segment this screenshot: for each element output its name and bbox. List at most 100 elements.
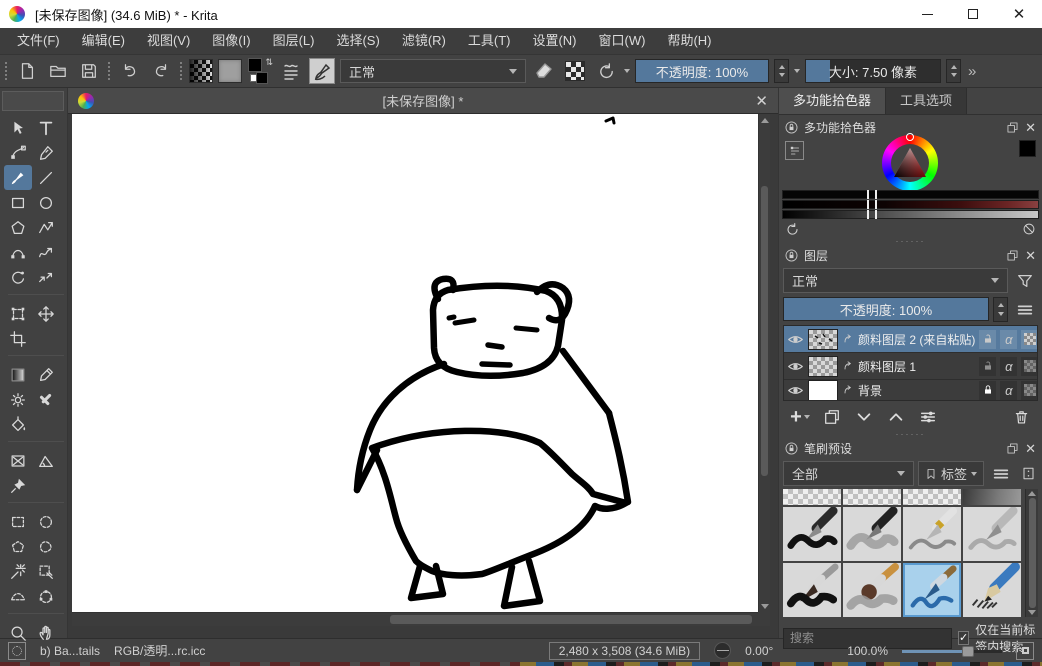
eraser-mode-button[interactable] xyxy=(531,58,557,84)
brush-preset-blender-brush[interactable] xyxy=(843,563,901,617)
brush-preset-paint-brush[interactable] xyxy=(783,563,841,617)
menu-file[interactable]: 文件(F) xyxy=(6,28,71,54)
close-panel-icon[interactable]: ✕ xyxy=(1025,248,1036,264)
tool-rect-select[interactable] xyxy=(4,509,32,534)
tab-advanced-color-selector[interactable]: 多功能拾色器 xyxy=(779,88,886,114)
opacity-slider[interactable]: 不透明度: 100% xyxy=(635,59,769,83)
layer-alpha-lock-icon[interactable]: α xyxy=(1000,381,1017,400)
float-panel-icon[interactable] xyxy=(1006,249,1019,262)
statusbar-brush-info[interactable]: b) Ba...tails xyxy=(40,644,100,658)
tool-measure[interactable] xyxy=(32,448,60,473)
menu-edit[interactable]: 编辑(E) xyxy=(71,28,136,54)
docker-splitter-handle[interactable]: ······ xyxy=(779,431,1042,438)
brush-preset-eraser-checker-1[interactable] xyxy=(783,489,841,505)
layer-opacity-slider[interactable]: 不透明度: 100% xyxy=(783,297,989,321)
menu-select[interactable]: 选择(S) xyxy=(325,28,390,54)
brush-preset-ink-pen-silver[interactable] xyxy=(963,507,1021,561)
tool-edit-shapes[interactable] xyxy=(4,140,32,165)
scroll-up-icon[interactable] xyxy=(1028,491,1036,496)
tool-fill[interactable] xyxy=(4,412,32,437)
maximize-button[interactable] xyxy=(950,0,996,28)
zoom-slider-handle[interactable] xyxy=(962,646,974,657)
foreground-background-colors[interactable]: ⇅ xyxy=(247,58,273,84)
brush-editor-button[interactable] xyxy=(309,58,335,84)
layer-opacity-spinner[interactable] xyxy=(993,297,1008,322)
tool-transform[interactable] xyxy=(4,301,32,326)
color-bar-handle[interactable] xyxy=(867,190,877,199)
preset-display-mode-button[interactable] xyxy=(988,461,1014,486)
foreground-color-swatch[interactable] xyxy=(248,58,262,72)
visibility-eye-icon[interactable] xyxy=(787,358,804,375)
tags-button[interactable]: 标签 xyxy=(918,461,984,486)
layer-options-menu-button[interactable] xyxy=(1012,297,1038,322)
tool-polygon[interactable] xyxy=(4,215,32,240)
opacity-spinner[interactable] xyxy=(774,59,789,83)
color-bar-2[interactable] xyxy=(782,200,1039,209)
layer-row[interactable]: 颜料图层 1 α xyxy=(784,353,1038,380)
menu-layer[interactable]: 图层(L) xyxy=(262,28,326,54)
layer-lock-icon[interactable] xyxy=(979,357,996,376)
image-size-info[interactable]: 2,480 x 3,508 (34.6 MiB) xyxy=(549,642,700,660)
brush-grid-scrollbar[interactable] xyxy=(1025,489,1038,617)
reload-preset-button[interactable] xyxy=(593,58,619,84)
layer-properties-button[interactable] xyxy=(913,404,943,430)
duplicate-layer-button[interactable] xyxy=(817,404,847,430)
tool-selection-picker[interactable] xyxy=(32,559,60,584)
tool-calligraphy[interactable] xyxy=(32,140,60,165)
color-bar-handle[interactable] xyxy=(867,200,877,209)
tool-freehand-brush[interactable] xyxy=(4,165,32,190)
tool-rectangle[interactable] xyxy=(4,190,32,215)
tool-magnetic-select[interactable] xyxy=(32,584,60,609)
layer-filter-button[interactable] xyxy=(1012,268,1038,293)
tool-text[interactable] xyxy=(32,115,60,140)
tool-reference-images[interactable] xyxy=(4,473,32,498)
minimize-button[interactable] xyxy=(904,0,950,28)
swap-colors-icon[interactable]: ⇅ xyxy=(265,58,273,67)
layer-blend-mode-dropdown[interactable]: 正常 xyxy=(783,268,1008,293)
document-close-button[interactable]: ✕ xyxy=(755,92,768,110)
move-layer-down-button[interactable] xyxy=(849,404,879,430)
menu-view[interactable]: 视图(V) xyxy=(136,28,201,54)
menu-window[interactable]: 窗口(W) xyxy=(588,28,657,54)
tool-color-sampler[interactable] xyxy=(32,362,60,387)
layer-lock-icon[interactable] xyxy=(979,330,996,349)
selection-mode-icon[interactable] xyxy=(8,642,26,660)
brush-preset-pencil-blue[interactable] xyxy=(963,563,1021,617)
open-document-button[interactable] xyxy=(45,58,71,84)
layer-inherit-alpha-icon[interactable] xyxy=(1021,381,1038,400)
tool-gradient[interactable] xyxy=(4,362,32,387)
layer-alpha-lock-icon[interactable]: α xyxy=(1000,330,1017,349)
statusbar-colorspace[interactable]: RGB/透明...rc.icc xyxy=(114,642,205,659)
undo-button[interactable] xyxy=(117,58,143,84)
canvas-vertical-scrollbar[interactable] xyxy=(758,114,770,612)
tool-ellipse-select[interactable] xyxy=(32,509,60,534)
tool-freehand-path[interactable] xyxy=(32,240,60,265)
hue-marker[interactable] xyxy=(906,133,914,141)
tool-polygon-select[interactable] xyxy=(4,534,32,559)
saturation-triangle[interactable] xyxy=(892,146,928,180)
visibility-eye-icon[interactable] xyxy=(787,331,804,348)
brush-preset-eraser-checker-2[interactable] xyxy=(843,489,901,505)
brush-preset-eraser-checker-3[interactable] xyxy=(903,489,961,505)
float-panel-icon[interactable] xyxy=(1006,121,1019,134)
preset-storage-button[interactable] xyxy=(1018,461,1038,486)
zoom-slider[interactable] xyxy=(902,644,1002,658)
spin-up-icon[interactable] xyxy=(779,65,785,69)
tool-similar-color-select[interactable] xyxy=(4,559,32,584)
layer-lock-icon-locked[interactable] xyxy=(979,381,996,400)
scroll-up-icon[interactable] xyxy=(759,114,770,126)
tool-pan[interactable] xyxy=(32,620,60,645)
toolbar-drag-handle[interactable] xyxy=(107,61,112,81)
layer-thumbnail[interactable] xyxy=(808,356,838,377)
tool-ellipse[interactable] xyxy=(32,190,60,215)
save-button[interactable] xyxy=(76,58,102,84)
layer-inherit-alpha-icon[interactable] xyxy=(1021,330,1038,349)
horizontal-scroll-thumb[interactable] xyxy=(390,615,752,624)
menu-tools[interactable]: 工具(T) xyxy=(457,28,522,54)
close-panel-icon[interactable]: ✕ xyxy=(1025,441,1036,457)
tool-transform-select[interactable] xyxy=(4,115,32,140)
gradient-chooser[interactable] xyxy=(189,59,213,83)
tool-polyline[interactable] xyxy=(32,215,60,240)
tool-dynamic-brush[interactable] xyxy=(4,265,32,290)
layer-thumbnail[interactable] xyxy=(808,329,838,350)
